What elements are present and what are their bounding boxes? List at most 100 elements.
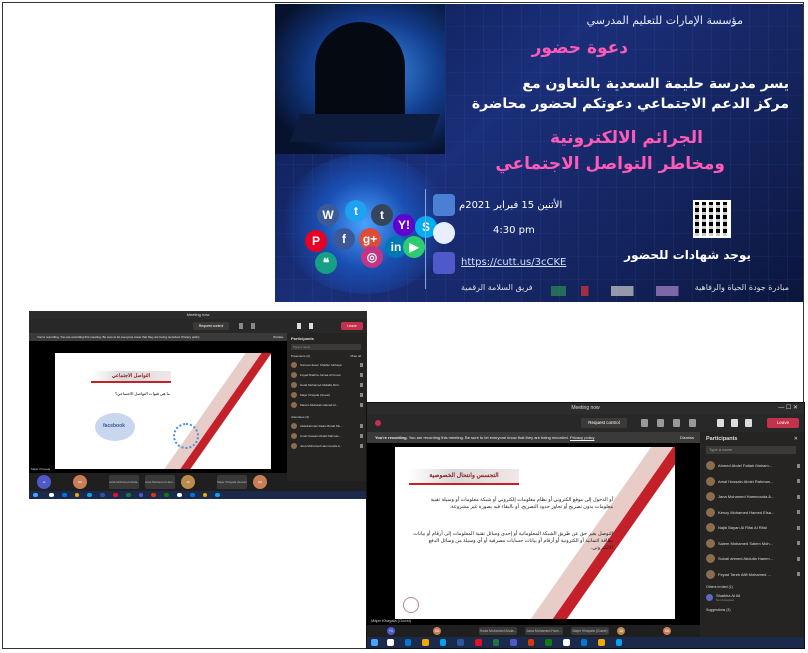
taskbar-app-icon[interactable] xyxy=(87,492,93,498)
chat-icon[interactable] xyxy=(657,419,664,427)
taskbar-app-icon[interactable] xyxy=(177,492,182,498)
reactions-icon[interactable] xyxy=(251,323,255,329)
video-tile[interactable]: JA xyxy=(617,627,625,635)
taskbar-app-icon[interactable] xyxy=(113,492,118,498)
taskbar-app-icon[interactable] xyxy=(125,492,131,498)
share-icon[interactable] xyxy=(745,419,752,427)
participant-item[interactable]: Feyad Rakhia Jumaa Al Kmem xyxy=(291,370,363,380)
avatar xyxy=(706,593,713,601)
chat-icon[interactable] xyxy=(239,323,243,329)
participant-item[interactable]: Najib Bayan Al Rifai Al Rifai xyxy=(706,520,800,536)
participant-item[interactable]: Amal Hossain Abdel Rahman... xyxy=(291,431,363,441)
close-panel-icon[interactable]: ✕ xyxy=(794,436,798,442)
taskbar-app-icon[interactable] xyxy=(439,639,447,646)
request-control-button[interactable]: Request control xyxy=(193,322,229,330)
video-tile[interactable]: +1 xyxy=(387,627,395,635)
video-tile[interactable]: +1 xyxy=(37,475,51,489)
poster-meeting-link[interactable]: https://cutt.us/3cCKE xyxy=(461,257,566,268)
participant-name: Salem Mohamed Salem Moh... xyxy=(718,540,773,546)
participant-item[interactable]: Kenzy Mohamed Hamed Elsa... xyxy=(706,505,800,521)
taskbar-app-icon[interactable] xyxy=(615,639,623,646)
leave-button[interactable]: Leave xyxy=(341,322,363,330)
windows-start-icon[interactable] xyxy=(371,639,378,646)
taskbar-app-icon[interactable] xyxy=(387,639,394,646)
taskbar-app-icon[interactable] xyxy=(457,639,464,646)
taskbar-app-icon[interactable] xyxy=(61,492,67,498)
participant-item[interactable]: Salem Mohamed Salem Moh... xyxy=(706,536,800,552)
presentation-slide: التجسس وانتحال الخصوصية أو الدخول إلى مو… xyxy=(395,447,675,619)
dismiss-button[interactable]: Dismiss xyxy=(273,335,284,339)
taskbar-app-icon[interactable] xyxy=(580,639,588,646)
taskbar-app-icon[interactable] xyxy=(215,492,221,498)
participant-item[interactable]: Sumaa Husen Shalbur Alshaya xyxy=(291,360,363,370)
taskbar-app-icon[interactable] xyxy=(545,639,552,646)
taskbar-app-icon[interactable] xyxy=(74,492,80,498)
avatar xyxy=(706,538,715,548)
mic-icon[interactable] xyxy=(731,419,738,427)
participant-item[interactable]: Abdelrahman Reda Morad Mu... xyxy=(291,421,363,431)
video-tile[interactable]: SA xyxy=(253,475,267,489)
mute-all-button[interactable]: Mute all xyxy=(350,354,361,358)
video-tile[interactable]: Majer Khayala (Guest) xyxy=(571,627,609,635)
privacy-policy-link[interactable]: Privacy policy xyxy=(570,435,594,440)
participant-item[interactable]: Shaikha Al Ali Not Accepted xyxy=(706,591,800,603)
video-tile-label: SA xyxy=(77,480,82,484)
participant-search-input[interactable]: Type a name xyxy=(291,344,361,350)
taskbar-app-icon[interactable] xyxy=(475,639,482,646)
participant-item[interactable]: Majer Khayala (Guest) xyxy=(291,390,363,400)
participant-item[interactable]: Ahmed Abdel Fattah Moham... xyxy=(706,458,800,474)
taskbar-app-icon[interactable] xyxy=(151,492,157,498)
avatar xyxy=(706,554,715,564)
sponsor-logos xyxy=(551,286,701,296)
shared-screen-stage: التجسس وانتحال الخصوصية أو الدخول إلى مو… xyxy=(367,443,700,625)
qr-code xyxy=(693,200,731,238)
participant-name: Abdelrahman Reda Morad Mu... xyxy=(300,424,343,428)
window-controls[interactable]: — ☐ ✕ xyxy=(778,403,798,414)
video-tile[interactable]: SA xyxy=(73,475,87,489)
windows-start-icon[interactable] xyxy=(33,492,38,498)
taskbar-app-icon[interactable] xyxy=(563,639,570,646)
school-logo xyxy=(403,597,419,613)
taskbar-app-icon[interactable] xyxy=(100,492,105,498)
taskbar-app-icon[interactable] xyxy=(138,492,144,498)
request-control-button[interactable]: Request control xyxy=(581,418,627,428)
raise-hand-icon[interactable] xyxy=(673,419,680,427)
participant-item[interactable]: Amal Hossain Abdel Rahman... xyxy=(706,474,800,490)
video-tile[interactable]: SA xyxy=(433,627,441,635)
video-tile[interactable]: JA xyxy=(181,475,195,489)
video-tile[interactable]: Majer Khayala (Guest) xyxy=(217,475,247,489)
camera-icon[interactable] xyxy=(297,323,301,329)
dismiss-button[interactable]: Dismiss xyxy=(680,432,694,443)
taskbar-app-icon[interactable] xyxy=(404,639,412,646)
video-tile[interactable]: Hoda Mohamed Abda... xyxy=(109,475,139,489)
taskbar-app-icon[interactable] xyxy=(527,639,535,646)
video-tile[interactable]: SA xyxy=(663,627,671,635)
participant-item[interactable]: Suhail ahmed Abdulla Hamm... xyxy=(706,551,800,567)
participant-item[interactable]: Jana Mohamed Hammouda A... xyxy=(291,441,363,451)
taskbar-app-icon[interactable] xyxy=(189,492,195,498)
taskbar-app-icon[interactable] xyxy=(202,492,208,498)
social-logo-icon: t xyxy=(371,204,393,226)
mic-status-icon xyxy=(360,424,363,428)
participant-item[interactable]: Jana Mohamed Hammouda A... xyxy=(706,489,800,505)
leave-button[interactable]: Leave xyxy=(767,418,799,428)
taskbar-app-icon[interactable] xyxy=(510,639,517,646)
taskbar-app-icon[interactable] xyxy=(492,639,500,646)
video-tile-label: Majer Khayala (Guest) xyxy=(217,480,247,484)
video-tile[interactable]: Jana Mohamed Ham... xyxy=(145,475,175,489)
more-options-icon[interactable] xyxy=(689,419,696,427)
taskbar-app-icon[interactable] xyxy=(164,492,169,498)
taskbar-app-icon[interactable] xyxy=(422,639,429,646)
video-tile[interactable]: Hoda Mohamed Abda... xyxy=(479,627,517,635)
mic-icon[interactable] xyxy=(309,323,313,329)
camera-icon[interactable] xyxy=(717,419,724,427)
taskbar-app-icon[interactable] xyxy=(49,492,54,498)
participant-item[interactable]: Hoda Mohamed Abdalla Moh... xyxy=(291,380,363,390)
taskbar-app-icon[interactable] xyxy=(598,639,605,646)
people-icon[interactable] xyxy=(641,419,648,427)
participant-item[interactable]: Maram Mubarak Hamad Al... xyxy=(291,400,363,410)
social-logo-icon: t xyxy=(345,200,367,222)
participant-item[interactable]: Feyad Tarek Afifi Mohamed ... xyxy=(706,567,800,583)
video-tile[interactable]: Jana Mohamed Ham... xyxy=(525,627,563,635)
participant-search-input[interactable]: Type a name xyxy=(706,446,796,454)
